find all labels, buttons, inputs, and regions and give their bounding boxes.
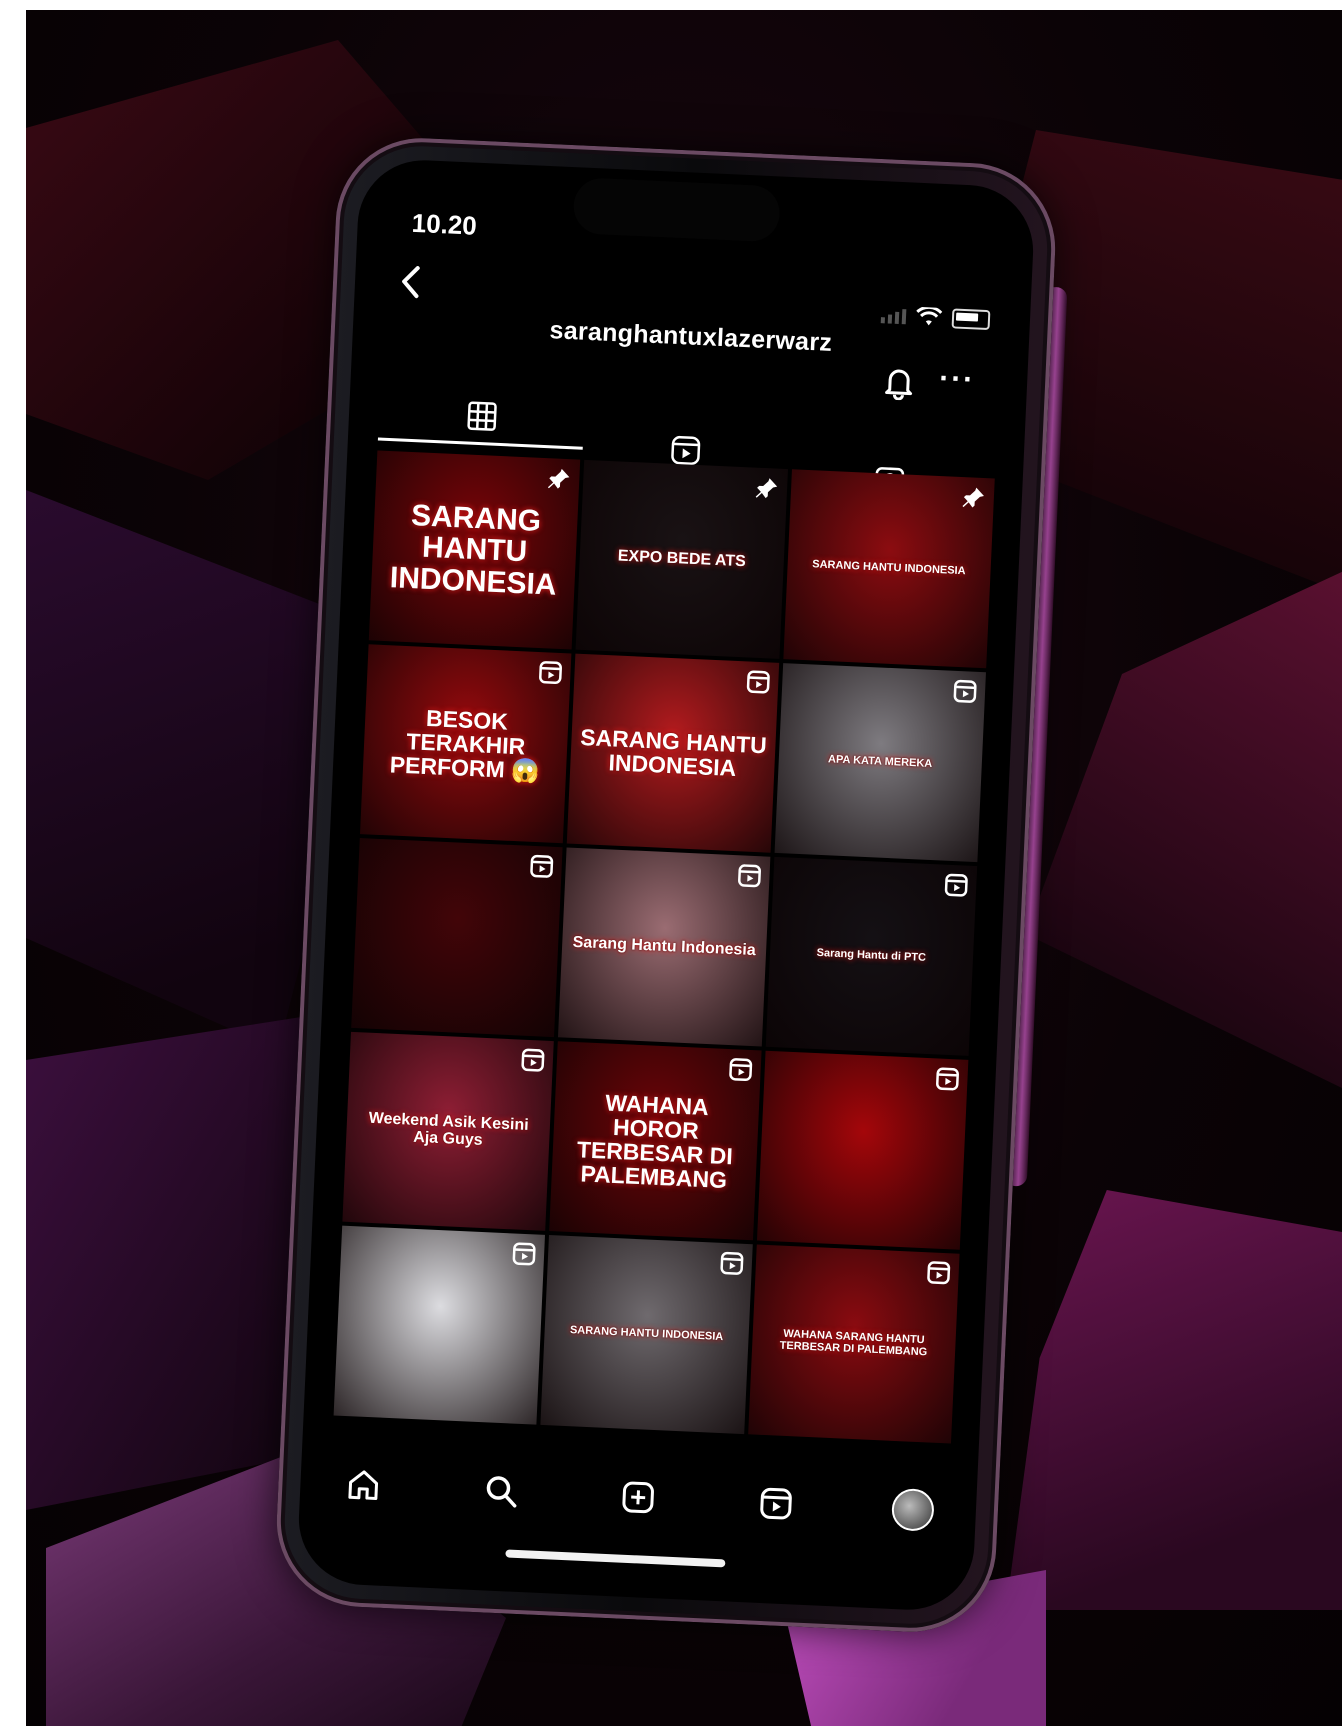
screenshot-canvas: 10.20 saranghantuxlazerwarz ··· SARANG H…: [0, 0, 1342, 1726]
bottom-navigation: [339, 1454, 937, 1541]
reel-icon: [944, 873, 968, 897]
reel-icon: [746, 670, 770, 694]
dynamic-island: [572, 177, 781, 243]
post-tile[interactable]: SARANG HANTU INDONESIA: [540, 1235, 753, 1435]
plus-square-icon: [622, 1481, 654, 1514]
more-horizontal-icon: ···: [938, 361, 976, 397]
pin-icon: [755, 478, 777, 499]
post-caption: SARANG HANTU INDONESIA: [569, 1324, 724, 1344]
reel-icon: [953, 679, 977, 703]
post-tile[interactable]: Weekend Asik Kesini Aja Guys: [342, 1031, 555, 1231]
post-caption: SARANG HANTU INDONESIA: [579, 723, 768, 782]
pin-icon: [548, 468, 570, 489]
reel-icon: [521, 1048, 545, 1072]
post-tile[interactable]: WAHANA HOROR TERBESAR DI PALEMBANG: [549, 1041, 762, 1241]
more-options-button[interactable]: ···: [938, 361, 976, 398]
reel-icon: [927, 1261, 951, 1285]
post-caption: Weekend Asik Kesini Aja Guys: [368, 1109, 530, 1149]
reel-icon: [737, 864, 761, 888]
nav-reels-button[interactable]: [752, 1480, 800, 1528]
post-tile[interactable]: SARANG HANTU INDONESIA: [368, 450, 581, 650]
home-indicator[interactable]: [505, 1549, 726, 1568]
reel-icon: [530, 854, 554, 878]
post-caption: BESOK TERAKHIR PERFORM 😱: [389, 704, 541, 785]
nav-create-button[interactable]: [614, 1473, 662, 1521]
chevron-left-icon: [402, 266, 420, 299]
post-tile[interactable]: WAHANA SARANG HANTU TERBESAR DI PALEMBAN…: [747, 1244, 960, 1444]
reels-icon: [759, 1487, 792, 1520]
post-caption: Sarang Hantu di PTC: [816, 947, 927, 965]
post-caption: WAHANA HOROR TERBESAR DI PALEMBANG: [576, 1089, 734, 1194]
post-tile[interactable]: SARANG HANTU INDONESIA: [567, 653, 779, 853]
reels-icon: [671, 435, 701, 465]
post-tile[interactable]: BESOK TERAKHIR PERFORM 😱: [359, 644, 572, 844]
background-facet: [1026, 570, 1342, 1090]
reel-icon: [728, 1058, 752, 1082]
post-tile[interactable]: SARANG HANTU INDONESIA: [783, 469, 995, 669]
nav-home-button[interactable]: [339, 1461, 387, 1509]
posts-grid: SARANG HANTU INDONESIA EXPO BEDE ATS SARAN…: [333, 450, 995, 1444]
reel-icon: [720, 1251, 744, 1275]
reel-icon: [539, 661, 563, 685]
post-tile[interactable]: Sarang Hantu di PTC: [765, 856, 978, 1056]
reel-icon: [936, 1067, 959, 1091]
battery-icon: [951, 308, 991, 331]
post-tile[interactable]: [351, 838, 563, 1038]
post-caption: SARANG HANTU INDONESIA: [812, 558, 966, 578]
bell-icon: [885, 369, 913, 401]
avatar: [890, 1487, 935, 1532]
post-tile[interactable]: [333, 1225, 546, 1425]
post-tile[interactable]: APA KATA MEREKA: [774, 663, 986, 863]
wifi-icon: [916, 306, 943, 326]
tab-posts-grid[interactable]: [377, 384, 586, 450]
nav-search-button[interactable]: [477, 1467, 525, 1515]
post-tile[interactable]: EXPO BEDE ATS: [575, 459, 788, 659]
status-time: 10.20: [411, 207, 478, 241]
pin-icon: [962, 487, 984, 508]
grid-icon: [467, 400, 497, 431]
phone-screen: 10.20 saranghantuxlazerwarz ··· SARANG H…: [296, 157, 1036, 1613]
home-icon: [348, 1470, 379, 1500]
reel-icon: [512, 1242, 536, 1266]
post-caption: SARANG HANTU INDONESIA: [389, 498, 558, 602]
signal-icon: [880, 308, 907, 324]
search-icon: [486, 1476, 516, 1508]
status-icons: [880, 305, 991, 331]
post-caption: WAHANA SARANG HANTU TERBESAR DI PALEMBAN…: [779, 1328, 928, 1359]
post-caption: APA KATA MEREKA: [827, 753, 933, 771]
background-facet: [1006, 1190, 1342, 1610]
smartphone: 10.20 saranghantuxlazerwarz ··· SARANG H…: [273, 134, 1068, 1636]
post-caption: Sarang Hantu Indonesia: [572, 933, 757, 959]
nav-profile-button[interactable]: [889, 1486, 937, 1534]
post-tile[interactable]: [756, 1050, 969, 1250]
back-button[interactable]: [398, 263, 422, 309]
post-tile[interactable]: Sarang Hantu Indonesia: [558, 847, 771, 1047]
post-caption: EXPO BEDE ATS: [617, 547, 747, 570]
notifications-button[interactable]: [880, 363, 918, 401]
